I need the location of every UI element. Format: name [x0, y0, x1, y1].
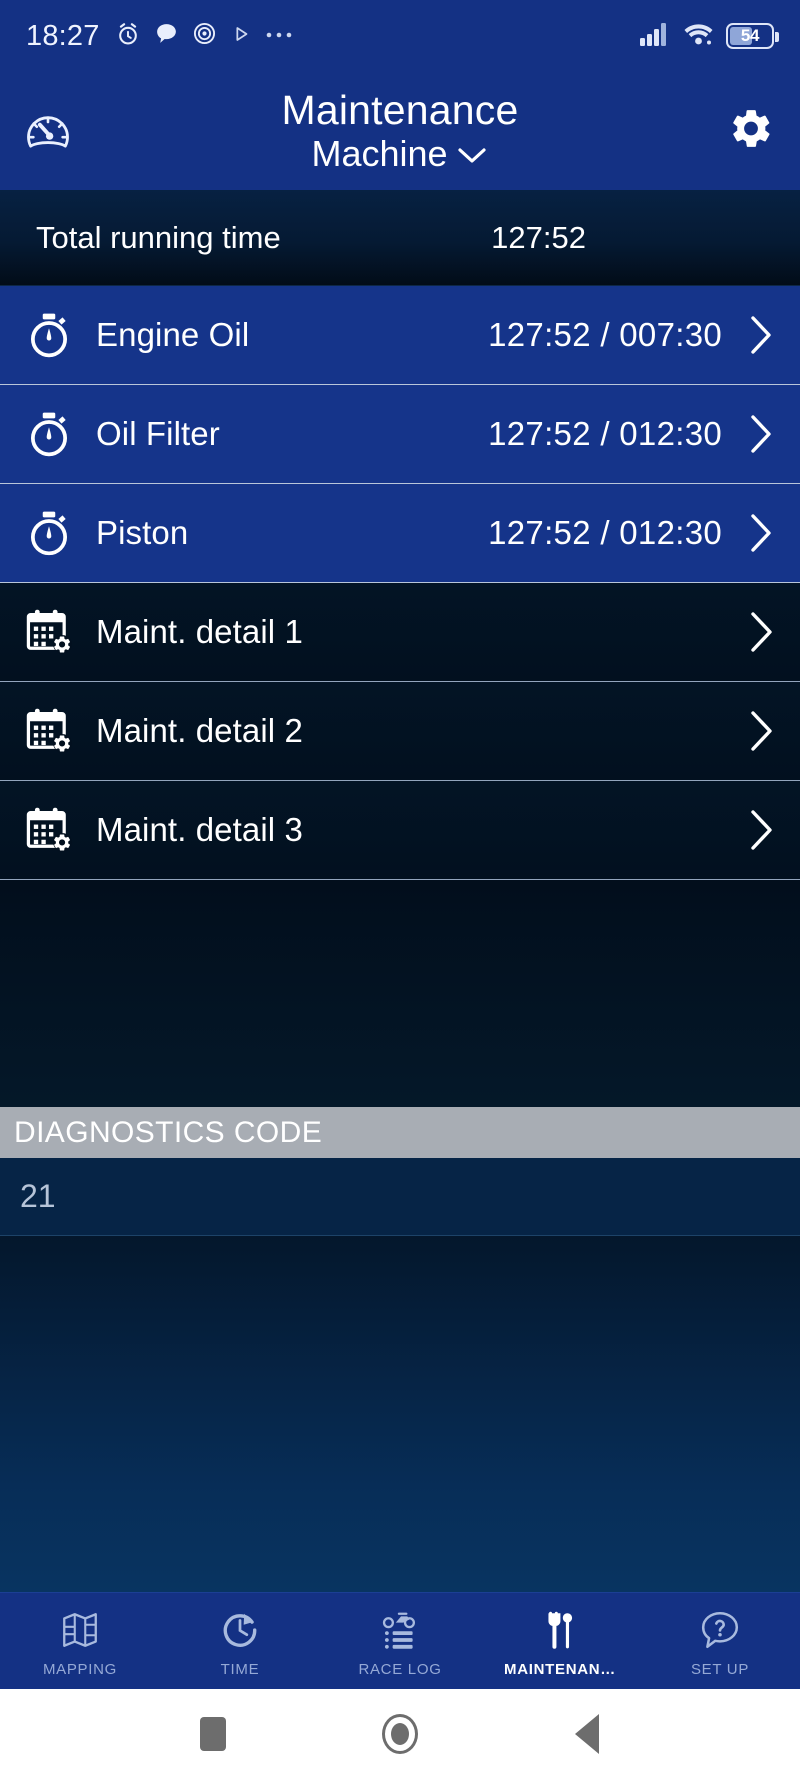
list-item[interactable]: Piston 127:52 / 012:30 [0, 484, 800, 583]
calendar-gear-icon [18, 606, 80, 658]
list-item[interactable]: Maint. detail 3 [0, 781, 800, 880]
list-item[interactable]: Maint. detail 1 [0, 583, 800, 682]
list-item[interactable]: Maint. detail 2 [0, 682, 800, 781]
target-icon [192, 21, 217, 51]
battery-percent: 54 [740, 26, 760, 45]
total-running-time-label: Total running time [36, 219, 281, 255]
tools-icon [539, 1609, 581, 1656]
app-screen: 18:27 54 Maintenance Machine Total runni… [0, 0, 800, 1779]
chevron-right-icon [744, 511, 778, 555]
play-icon [230, 23, 252, 50]
app-bar: Maintenance Machine [0, 72, 800, 190]
speedometer-icon[interactable] [22, 103, 74, 160]
nav-label: MAINTENAN… [504, 1660, 616, 1678]
list-item-label: Oil Filter [96, 415, 220, 452]
list-item[interactable]: Engine Oil 127:52 / 007:30 [0, 286, 800, 385]
nav-label: MAPPING [42, 1660, 118, 1678]
diagnostics-code-header-label: DIAGNOSTICS CODE [14, 1115, 323, 1149]
alarm-clock-icon [115, 21, 141, 52]
nav-item-time[interactable]: TIME [160, 1593, 320, 1689]
nav-label: SET UP [690, 1660, 750, 1678]
battery-icon: 54 [726, 23, 779, 49]
nav-item-set-up[interactable]: SET UP [640, 1593, 800, 1689]
chat-bubble-icon [154, 21, 179, 51]
list-item-value: 127:52 / 012:30 [488, 415, 722, 452]
home-circle-icon[interactable] [364, 1698, 436, 1770]
status-bar-clock: 18:27 [26, 19, 100, 52]
back-triangle-icon[interactable] [551, 1698, 623, 1770]
total-running-time-value: 127:52 [491, 219, 586, 255]
status-bar-right: 54 [639, 21, 779, 52]
cellular-signal-icon [639, 21, 671, 52]
diagnostics-code-item[interactable]: 21 [0, 1158, 800, 1236]
gear-icon[interactable] [728, 106, 774, 157]
wifi-icon [682, 21, 715, 52]
machine-selector[interactable]: Machine [311, 134, 488, 174]
nav-item-mapping[interactable]: MAPPING [0, 1593, 160, 1689]
motorcycle-log-icon [379, 1609, 421, 1656]
chevron-down-icon [455, 134, 489, 174]
list-item-label: Piston [96, 514, 189, 551]
page-title: Maintenance [281, 87, 519, 134]
list-item-value: 127:52 / 012:30 [488, 514, 722, 551]
chevron-right-icon [744, 608, 778, 656]
machine-selector-label: Machine [311, 133, 448, 175]
list-item-value: 127:52 / 007:30 [488, 316, 722, 353]
map-icon [59, 1609, 101, 1656]
list-item-label: Maint. detail 2 [96, 712, 303, 749]
nav-item-maintenance[interactable]: MAINTENAN… [480, 1593, 640, 1689]
chevron-right-icon [744, 707, 778, 755]
stopwatch-arrow-icon [219, 1609, 261, 1656]
question-help-icon [699, 1609, 741, 1656]
android-system-navigation [0, 1689, 800, 1779]
bottom-navigation: MAPPING TIME RACE LOG MAINTENAN… SET UP [0, 1592, 800, 1689]
chevron-right-icon [744, 806, 778, 854]
list-item-label: Engine Oil [96, 316, 250, 353]
diagnostics-code-value: 21 [20, 1178, 56, 1214]
status-bar: 18:27 54 [0, 0, 800, 72]
nav-label: RACE LOG [358, 1660, 442, 1678]
diagnostics-code-header: DIAGNOSTICS CODE [0, 1107, 800, 1158]
stopwatch-icon [18, 310, 80, 360]
calendar-gear-icon [18, 804, 80, 856]
stopwatch-icon [18, 508, 80, 558]
maintenance-list: Engine Oil 127:52 / 007:30 Oil Filter 12… [0, 286, 800, 880]
list-item-label: Maint. detail 1 [96, 613, 303, 650]
total-running-time-row: Total running time 127:52 [0, 190, 800, 286]
list-item[interactable]: Oil Filter 127:52 / 012:30 [0, 385, 800, 484]
nav-item-race-log[interactable]: RACE LOG [320, 1593, 480, 1689]
list-item-label: Maint. detail 3 [96, 811, 303, 848]
app-bar-titles: Maintenance Machine [282, 88, 519, 174]
chevron-right-icon [744, 412, 778, 456]
stopwatch-icon [18, 409, 80, 459]
chevron-right-icon [744, 313, 778, 357]
calendar-gear-icon [18, 705, 80, 757]
nav-label: TIME [220, 1660, 260, 1678]
more-dots-icon [265, 27, 295, 45]
empty-space [0, 880, 800, 1107]
recents-square-icon[interactable] [177, 1698, 249, 1770]
status-bar-left: 18:27 [26, 20, 295, 53]
diagnostics-empty-area [0, 1236, 800, 1592]
